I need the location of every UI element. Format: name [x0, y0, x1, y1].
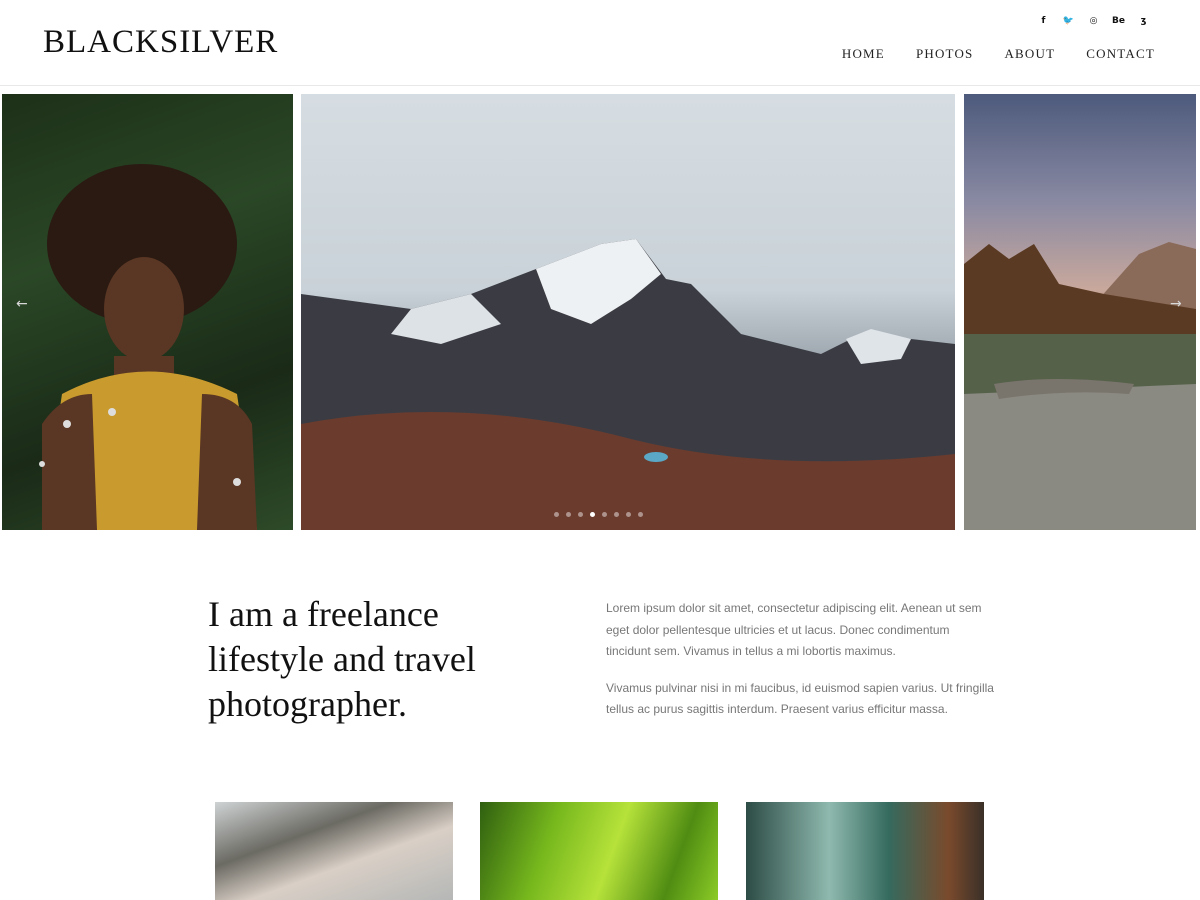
slider-dot[interactable] [554, 512, 559, 517]
gallery-thumb-portrait[interactable] [215, 802, 453, 900]
slider-dot[interactable] [566, 512, 571, 517]
slide-lake-photo [964, 94, 1196, 530]
slide-mountain-photo [301, 94, 955, 530]
500px-icon[interactable]: ʒ [1131, 16, 1156, 26]
slider-next-arrow-icon[interactable]: → [1170, 296, 1182, 312]
gallery-thumb-leaf[interactable] [480, 802, 718, 900]
instagram-icon[interactable]: ◎ [1081, 16, 1106, 26]
slider-dot[interactable] [638, 512, 643, 517]
intro-headline: I am a freelance lifestyle and travel ph… [208, 594, 476, 724]
nav-item-photos[interactable]: PHOTOS [916, 46, 974, 62]
intro-paragraph: Lorem ipsum dolor sit amet, consectetur … [606, 601, 982, 658]
slider-pagination [554, 512, 643, 517]
slider-dot[interactable] [614, 512, 619, 517]
social-links: f 🐦 ◎ Be ʒ [1031, 16, 1156, 26]
nav-item-home[interactable]: HOME [842, 46, 885, 62]
slider-dot[interactable] [602, 512, 607, 517]
slider-dot[interactable] [626, 512, 631, 517]
slide-portrait-photo [2, 94, 293, 530]
slider-prev-arrow-icon[interactable]: ← [16, 296, 28, 312]
intro-paragraph: Vivamus pulvinar nisi in mi faucibus, id… [606, 680, 994, 717]
intro-text: Lorem ipsum dolor sit amet, consectetur … [606, 598, 996, 736]
site-header: BLACKSILVER f 🐦 ◎ Be ʒ HOME PHOTOS ABOUT… [0, 0, 1200, 86]
slider-dot[interactable] [578, 512, 583, 517]
gallery-thumb-forest[interactable] [746, 802, 984, 900]
portrait-photo-illustration [39, 164, 257, 530]
behance-icon[interactable]: Be [1106, 16, 1131, 26]
nav-item-about[interactable]: ABOUT [1004, 46, 1055, 62]
photo-slider[interactable]: ← → [0, 94, 1200, 530]
mountain-photo-illustration [301, 239, 955, 530]
slider-dot-active[interactable] [590, 512, 595, 517]
twitter-icon[interactable]: 🐦 [1056, 16, 1081, 26]
facebook-icon[interactable]: f [1031, 16, 1056, 26]
main-nav: HOME PHOTOS ABOUT CONTACT [842, 46, 1155, 62]
nav-item-contact[interactable]: CONTACT [1086, 46, 1155, 62]
site-logo[interactable]: BLACKSILVER [43, 24, 278, 61]
lake-photo-illustration [964, 242, 1196, 530]
